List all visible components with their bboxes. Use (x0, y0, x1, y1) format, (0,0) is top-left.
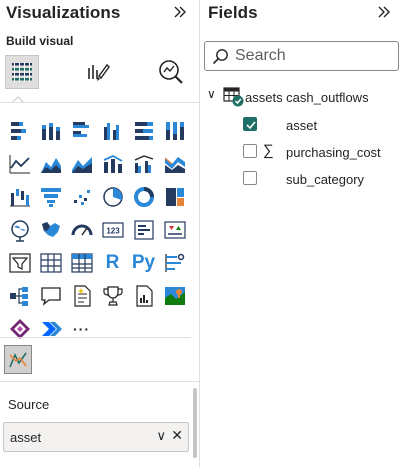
goals-trophy-icon[interactable] (97, 280, 128, 311)
field-purchasing-cost[interactable]: ∑ purchasing_cost (200, 141, 403, 163)
area-chart-icon[interactable] (35, 148, 66, 179)
double-chevron-right-icon (174, 6, 186, 18)
donut-chart-icon[interactable] (128, 181, 159, 212)
more-visuals-icon[interactable]: ··· (66, 313, 97, 344)
table-assets-cash-outflows[interactable]: ∨ assets cash_outflows (204, 86, 400, 108)
stacked-column-chart-icon[interactable] (35, 115, 66, 146)
collapse-fields-button[interactable] (374, 4, 394, 24)
slicer-icon[interactable] (4, 247, 35, 278)
funnel-chart-icon[interactable] (35, 181, 66, 212)
tab-format-visual[interactable] (81, 55, 115, 89)
field-checkbox-asset[interactable] (243, 117, 257, 131)
fields-search-box[interactable] (204, 41, 399, 71)
sigma-icon: ∑ (263, 142, 274, 159)
waterfall-chart-icon[interactable] (4, 181, 35, 212)
search-input[interactable] (235, 45, 390, 67)
fields-pane: Fields ∨ assets cash_outflows asset ∑ pu… (200, 0, 403, 467)
chart-build-icon (12, 62, 32, 82)
divider (0, 102, 199, 103)
visualizations-title: Visualizations (6, 3, 121, 22)
checkmark-icon (246, 121, 256, 130)
build-visual-label: Build visual (6, 34, 74, 48)
card-icon[interactable]: 123 (97, 214, 128, 245)
line-and-stacked-column-chart-icon[interactable] (97, 148, 128, 179)
table-visual-icon[interactable] (35, 247, 66, 278)
field-checkbox-purchasing-cost[interactable] (243, 144, 257, 158)
line-chart-icon[interactable] (4, 148, 35, 179)
stacked-area-chart-icon[interactable] (66, 148, 97, 179)
treemap-icon[interactable] (159, 181, 190, 212)
stacked-bar-chart-icon[interactable] (4, 115, 35, 146)
filled-map-icon[interactable] (35, 214, 66, 245)
svg-text:123: 123 (106, 226, 120, 235)
kpi-icon[interactable] (159, 214, 190, 245)
scatter-chart-icon[interactable] (66, 181, 97, 212)
field-label-sub-category: sub_category (286, 172, 365, 187)
source-field-pill[interactable]: asset ∨ ✕ (3, 422, 189, 452)
100-percent-stacked-bar-chart-icon[interactable] (128, 115, 159, 146)
field-sub-category[interactable]: sub_category (200, 168, 403, 190)
collapse-visualizations-button[interactable] (170, 4, 190, 24)
field-label-asset: asset (286, 118, 318, 133)
visualizations-pane: Visualizations Build visual 123 R Py ···… (0, 0, 200, 467)
power-apps-icon[interactable] (4, 313, 35, 344)
table-name: assets cash_outflows (245, 90, 369, 105)
remove-field-icon[interactable]: ✕ (171, 427, 183, 444)
decomposition-tree-icon[interactable] (4, 280, 35, 311)
clustered-column-chart-icon[interactable] (97, 115, 128, 146)
source-well-label: Source (8, 397, 50, 412)
source-field-name: asset (10, 430, 42, 445)
fields-title: Fields (208, 3, 258, 22)
magnifier-chart-icon (159, 60, 183, 84)
custom-visual-icon (9, 352, 27, 367)
r-script-visual-icon[interactable]: R (97, 247, 128, 278)
field-asset[interactable]: asset (200, 114, 403, 136)
matrix-icon[interactable] (66, 247, 97, 278)
key-influencers-icon[interactable] (159, 247, 190, 278)
clustered-bar-chart-icon[interactable] (66, 115, 97, 146)
search-icon (212, 49, 228, 65)
field-label-purchasing-cost: purchasing_cost (286, 145, 381, 160)
power-automate-icon[interactable] (35, 313, 66, 344)
multi-row-card-icon[interactable] (128, 214, 159, 245)
field-checkbox-sub-category[interactable] (243, 171, 257, 185)
divider (0, 337, 191, 338)
line-and-clustered-column-chart-icon[interactable] (128, 148, 159, 179)
visualizations-scrollbar[interactable] (193, 388, 197, 458)
100-percent-stacked-column-chart-icon[interactable] (159, 115, 190, 146)
chevron-down-icon[interactable]: ∨ (156, 428, 166, 444)
chevron-down-icon[interactable]: ∨ (207, 87, 216, 101)
map-icon[interactable] (4, 214, 35, 245)
visual-gallery: 123 R Py ··· (4, 115, 200, 346)
paintbrush-icon (88, 63, 110, 81)
pie-chart-icon[interactable] (97, 181, 128, 212)
ribbon-chart-icon[interactable] (159, 148, 190, 179)
double-chevron-right-icon (378, 6, 390, 18)
tab-build-visual[interactable] (5, 55, 39, 89)
custom-visual-button[interactable] (4, 345, 32, 374)
gauge-icon[interactable] (66, 214, 97, 245)
azure-map-icon[interactable] (159, 280, 190, 311)
qna-icon[interactable] (35, 280, 66, 311)
paginated-report-icon[interactable] (128, 280, 159, 311)
python-visual-icon[interactable]: Py (128, 247, 159, 278)
smart-narrative-icon[interactable] (66, 280, 97, 311)
divider (0, 381, 199, 382)
tab-analytics[interactable] (154, 55, 188, 89)
